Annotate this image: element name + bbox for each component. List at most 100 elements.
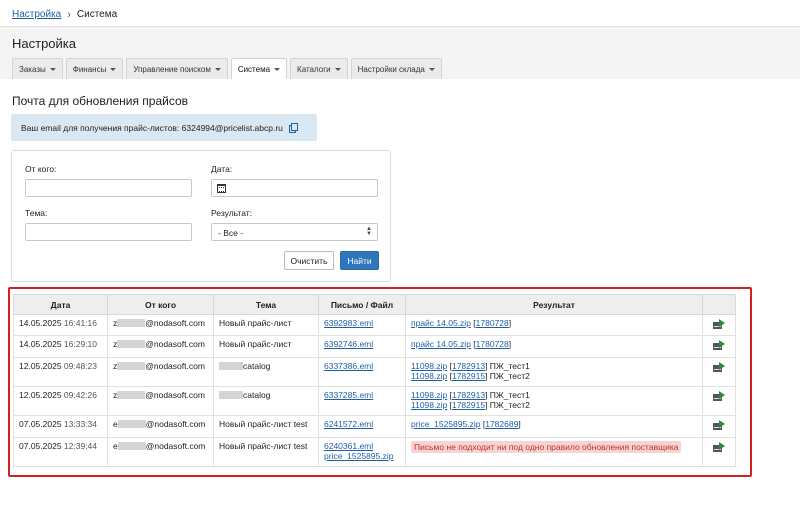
result-cell: Письмо не подходит ни под одно правило о…	[405, 437, 703, 467]
mail-forward-icon[interactable]	[713, 442, 725, 452]
result-file-link[interactable]: 11098.zip	[411, 400, 447, 410]
col-header-date: Дата	[13, 294, 108, 315]
result-file-link[interactable]: 11098.zip	[411, 390, 447, 400]
mail-forward-icon[interactable]	[713, 391, 725, 401]
redacted-block	[117, 362, 146, 370]
result-id-link[interactable]: 1782689	[485, 419, 518, 429]
eml-link[interactable]: 6241572.eml	[324, 419, 373, 429]
tab-warehouse-settings[interactable]: Настройки склада	[350, 58, 442, 79]
date-value: 14.05.2025	[19, 339, 62, 349]
result-id-link[interactable]: 1782915	[452, 371, 485, 381]
action-cell	[702, 386, 736, 416]
date-value: 12.05.2025	[19, 390, 62, 400]
tab-label: Финансы	[72, 64, 107, 74]
date-cell: 12.05.2025 09:42:26	[13, 386, 108, 416]
date-value: 12.05.2025	[19, 361, 62, 371]
copy-icon[interactable]	[288, 122, 298, 133]
result-id-link[interactable]: 1782913	[452, 390, 485, 400]
tab-catalogs[interactable]: Каталоги	[290, 58, 348, 79]
from-domain: @nodasoft.com	[145, 419, 206, 429]
time-value: 09:42:26	[63, 390, 98, 400]
table-row: 14.05.2025 16:41:16 z @nodasoft.com Новый…	[13, 314, 736, 336]
clear-button[interactable]: Очистить	[284, 251, 334, 270]
table-row: 07.05.2025 13:33:34 e @nodasoft.com Новый…	[13, 415, 736, 438]
from-domain: @nodasoft.com	[145, 318, 205, 328]
tab-bar: Заказы Финансы Управление поиском Систем…	[12, 58, 445, 79]
redacted-block	[219, 391, 243, 399]
mail-forward-icon[interactable]	[713, 319, 725, 329]
file-cell: 6337285.eml	[318, 386, 406, 416]
subject-cell: catalog	[213, 357, 319, 387]
tab-finance[interactable]: Финансы	[65, 58, 124, 79]
eml-link[interactable]: 6240361.eml	[324, 441, 373, 451]
tab-system[interactable]: Система	[230, 58, 288, 79]
subject-cell: Новый прайс-лист test	[213, 415, 319, 438]
time-value: 16:41:16	[63, 318, 98, 328]
breadcrumb-current: Система	[76, 9, 118, 20]
from-cell: z @nodasoft.com	[107, 357, 214, 387]
redacted-block	[117, 391, 146, 399]
breadcrumb: Настройка › Система	[12, 9, 117, 20]
tab-orders[interactable]: Заказы	[12, 58, 63, 79]
from-domain: @nodasoft.com	[145, 441, 206, 451]
tab-search-management[interactable]: Управление поиском	[126, 58, 228, 79]
from-cell: e @nodasoft.com	[107, 437, 214, 467]
tab-label: Заказы	[19, 64, 46, 74]
tab-label: Настройки склада	[357, 64, 425, 74]
redacted-block	[117, 420, 146, 428]
eml-link[interactable]: 6337285.eml	[324, 390, 373, 400]
action-cell	[702, 415, 736, 438]
eml-link[interactable]: 6337386.eml	[324, 361, 373, 371]
result-note: ПЖ_тест2	[489, 371, 530, 381]
file-cell: 6392746.eml	[318, 335, 406, 358]
calendar-icon	[217, 184, 226, 193]
subject-cell: catalog	[213, 386, 319, 416]
result-cell: 11098.zip [1782913] ПЖ_тест1 11098.zip […	[405, 357, 703, 387]
date-input[interactable]	[211, 179, 378, 197]
from-cell: z @nodasoft.com	[107, 314, 214, 336]
result-id-link[interactable]: 1780728	[476, 339, 509, 349]
select-arrows-icon: ▲ ▼	[366, 226, 372, 237]
redacted-block	[219, 362, 243, 370]
result-file-link[interactable]: прайс 14.05.zip	[411, 339, 471, 349]
from-input[interactable]	[25, 179, 192, 197]
col-header-actions	[702, 294, 736, 315]
result-id-link[interactable]: 1782913	[452, 361, 485, 371]
action-cell	[702, 335, 736, 358]
from-domain: @nodasoft.com	[145, 339, 205, 349]
breadcrumb-link-settings[interactable]: Настройка	[12, 9, 61, 20]
result-line: 11098.zip [1782915] ПЖ_тест2	[411, 400, 530, 410]
result-file-link[interactable]: price_1525895.zip	[411, 419, 480, 429]
result-select[interactable]: - Все - ▲ ▼	[211, 223, 378, 241]
subject-input[interactable]	[25, 223, 192, 241]
result-file-link[interactable]: прайс 14.05.zip	[411, 318, 471, 328]
subject-value: catalog	[243, 361, 271, 371]
eml-link[interactable]: 6392746.eml	[324, 339, 373, 349]
page-header: Настройка Заказы Финансы Управление поис…	[0, 27, 800, 79]
date-cell: 14.05.2025 16:41:16	[13, 314, 108, 336]
date-cell: 07.05.2025 13:33:34	[13, 415, 108, 438]
attachment-link[interactable]: price_1525895.zip	[324, 451, 393, 461]
result-file-link[interactable]: 11098.zip	[411, 371, 447, 381]
mail-forward-icon[interactable]	[713, 420, 725, 430]
result-line: 11098.zip [1782915] ПЖ_тест2	[411, 371, 530, 381]
from-cell: z @nodasoft.com	[107, 386, 214, 416]
caret-down-icon	[49, 67, 56, 71]
mail-log-table-wrapper: Дата От кого Тема Письмо / Файл Результа…	[13, 294, 736, 467]
time-value: 13:33:34	[63, 419, 98, 429]
pricelist-email-text: Ваш email для получения прайс-листов: 63…	[21, 122, 283, 133]
find-button[interactable]: Найти	[340, 251, 379, 270]
result-id-link[interactable]: 1780728	[476, 318, 509, 328]
eml-link[interactable]: 6392983.eml	[324, 318, 373, 328]
mail-forward-icon[interactable]	[713, 340, 725, 350]
col-header-file: Письмо / Файл	[318, 294, 406, 315]
col-header-subject: Тема	[213, 294, 319, 315]
date-value: 14.05.2025	[19, 318, 62, 328]
mail-forward-icon[interactable]	[713, 362, 725, 372]
from-cell: e @nodasoft.com	[107, 415, 214, 438]
file-cell: 6240361.eml price_1525895.zip	[318, 437, 406, 467]
result-id-link[interactable]: 1782915	[452, 400, 485, 410]
from-label: От кого:	[25, 164, 57, 174]
result-file-link[interactable]: 11098.zip	[411, 361, 447, 371]
result-cell: 11098.zip [1782913] ПЖ_тест1 11098.zip […	[405, 386, 703, 416]
